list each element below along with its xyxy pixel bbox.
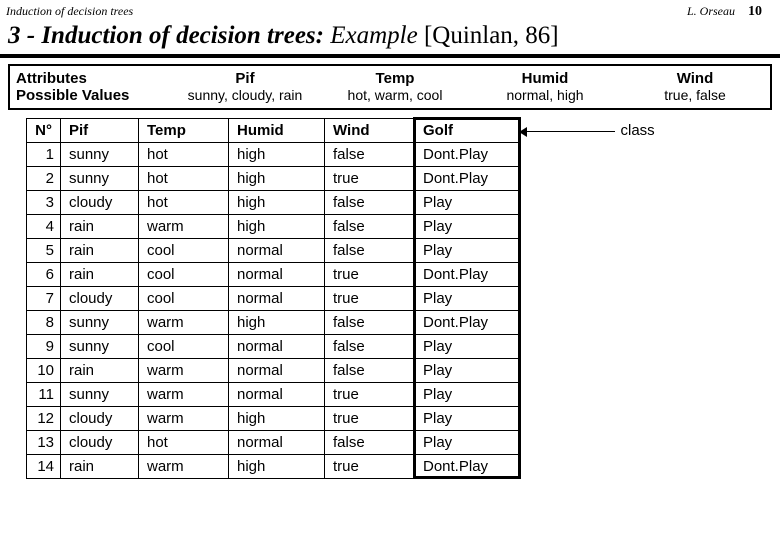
table-header: N° [27, 119, 61, 143]
title-citation: [Quinlan, 86] [424, 22, 559, 49]
class-arrow [525, 131, 615, 132]
data-table: N°PifTempHumidWindGolf1sunnyhothighfalse… [26, 118, 521, 479]
table-header: Wind [325, 119, 415, 143]
table-row: 11sunnywarmnormaltruePlay [27, 383, 521, 407]
header-bar: Induction of decision trees L. Orseau 10 [0, 0, 780, 20]
table-header: Temp [139, 119, 229, 143]
table-row: 8sunnywarmhighfalseDont.Play [27, 311, 521, 335]
table-row: 4rainwarmhighfalsePlay [27, 215, 521, 239]
table-row: 5raincoolnormalfalsePlay [27, 239, 521, 263]
attributes-label: Attributes Possible Values [10, 66, 170, 108]
attr-col: Humidnormal, high [470, 66, 620, 108]
attributes-columns: Pifsunny, cloudy, rainTemphot, warm, coo… [170, 66, 770, 108]
table-row: 1sunnyhothighfalseDont.Play [27, 143, 521, 167]
table-row: 3cloudyhothighfalsePlay [27, 191, 521, 215]
table-row: 6raincoolnormaltrueDont.Play [27, 263, 521, 287]
data-table-wrap: N°PifTempHumidWindGolf1sunnyhothighfalse… [26, 118, 780, 479]
attributes-box: Attributes Possible Values Pifsunny, clo… [8, 64, 772, 110]
author: L. Orseau [687, 4, 735, 18]
table-row: 13cloudyhotnormalfalsePlay [27, 431, 521, 455]
title-example: Example [324, 22, 424, 49]
attr-col: Windtrue, false [620, 66, 770, 108]
table-row: 12cloudywarmhightruePlay [27, 407, 521, 431]
doc-title: Induction of decision trees [6, 4, 133, 20]
table-header: Pif [61, 119, 139, 143]
table-header: Golf [415, 119, 521, 143]
table-header: Humid [229, 119, 325, 143]
table-row: 2sunnyhothightrueDont.Play [27, 167, 521, 191]
title-section: 3 - Induction of decision trees: [8, 22, 324, 49]
attr-col: Temphot, warm, cool [320, 66, 470, 108]
table-row: 14rainwarmhightrueDont.Play [27, 455, 521, 479]
class-label: class [621, 122, 655, 139]
page-title: 3 - Induction of decision trees: Example… [0, 20, 780, 58]
attr-col: Pifsunny, cloudy, rain [170, 66, 320, 108]
page-number: 10 [748, 4, 762, 19]
table-row: 7cloudycoolnormaltruePlay [27, 287, 521, 311]
table-row: 10rainwarmnormalfalsePlay [27, 359, 521, 383]
table-row: 9sunnycoolnormalfalsePlay [27, 335, 521, 359]
